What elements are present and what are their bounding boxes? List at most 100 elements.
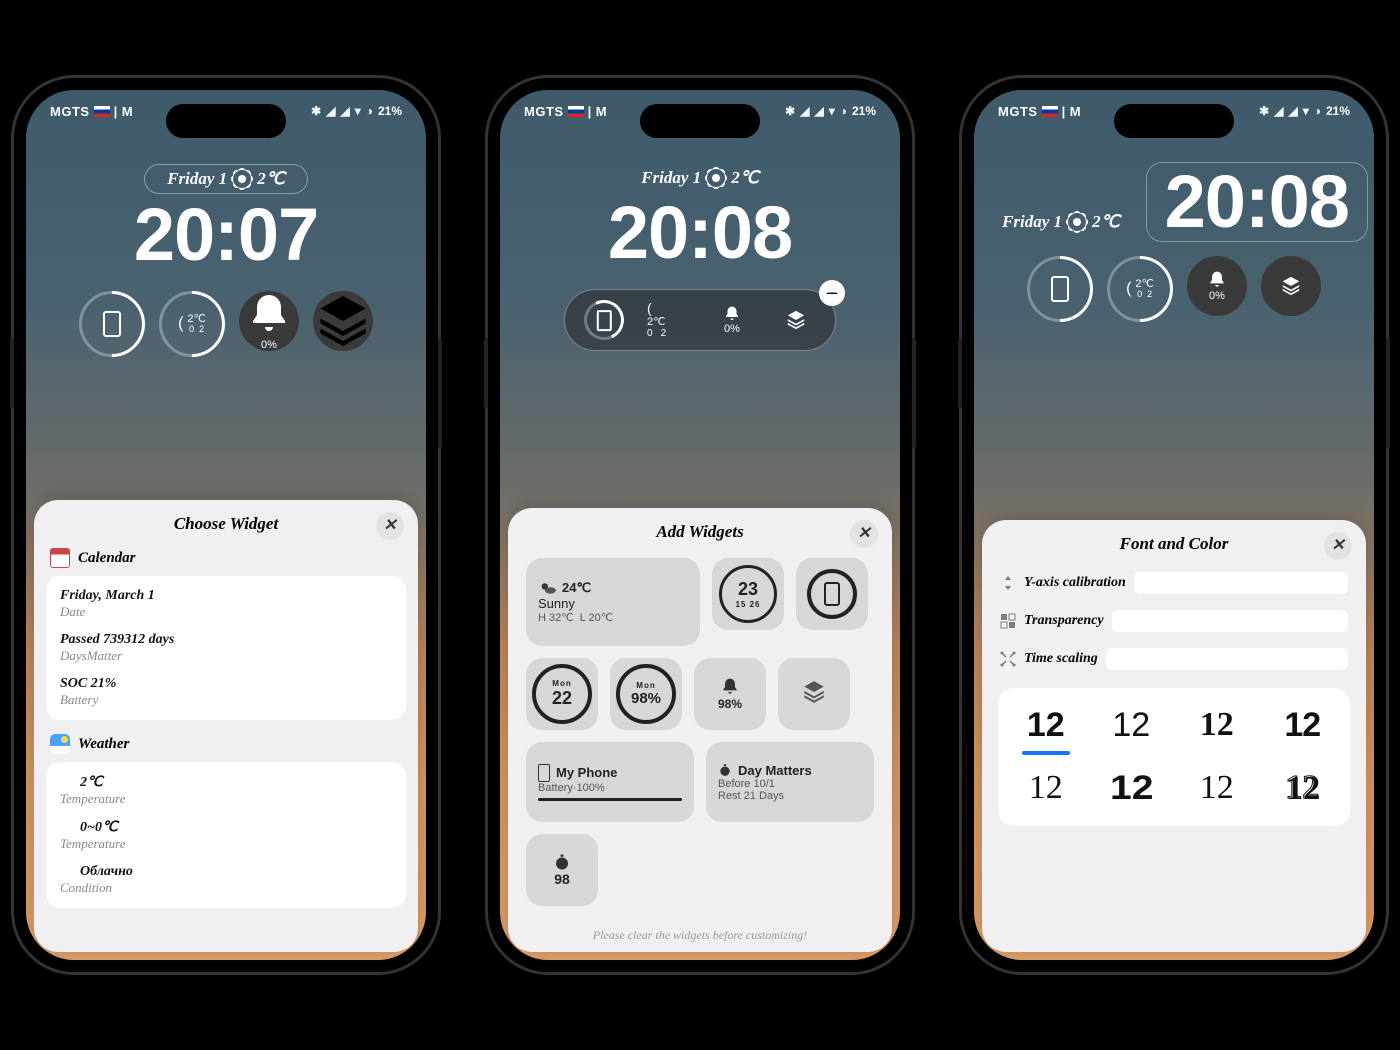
clock-time[interactable]: 20:07	[26, 192, 426, 277]
close-button[interactable]: ✕	[850, 520, 878, 548]
stack-icon	[1280, 275, 1302, 297]
phone-3: MGTS| M ✱◢◢▾◑21% Friday 1 2℃ 20:08 (2℃0 …	[962, 78, 1386, 972]
signal-icon: ◢	[814, 104, 823, 118]
bluetooth-icon: ✱	[1259, 104, 1269, 118]
close-button[interactable]: ✕	[1324, 532, 1352, 560]
tile-timer-98[interactable]: 98	[526, 834, 598, 906]
tile-weather[interactable]: 24℃ Sunny H 32℃ L 20℃	[526, 558, 700, 646]
wifi-icon: ▾	[1303, 104, 1309, 118]
chip-weather[interactable]: (2℃0 2	[1107, 256, 1173, 322]
font-picker-card: 12 12 12 12 12 12 12 12	[998, 688, 1350, 826]
widget-option-date[interactable]: Friday, March 1Date	[46, 582, 406, 626]
signal-icon: ◢	[326, 104, 335, 118]
cloud-icon	[60, 865, 74, 879]
control-time-scaling[interactable]: Time scaling	[982, 640, 1366, 678]
flag-ru-icon	[568, 106, 584, 117]
tile-my-phone[interactable]: My Phone Battery·100%	[526, 742, 694, 822]
phone-icon	[538, 764, 550, 782]
sheet-title: Choose Widget	[174, 514, 278, 533]
widget-option-daysmatter[interactable]: Passed 739312 daysDaysMatter	[46, 626, 406, 670]
tile-mon-22[interactable]: Mon22	[526, 658, 598, 730]
widget-option-condition[interactable]: ОблачноCondition	[46, 858, 406, 902]
phone-icon	[1051, 276, 1069, 302]
sun-icon	[235, 172, 249, 186]
stack-icon	[785, 309, 807, 331]
tile-phone-ring[interactable]	[796, 558, 868, 630]
font-option-1[interactable]: 12	[1008, 706, 1084, 745]
chip-weather[interactable]: (2℃0 2	[159, 291, 225, 357]
bluetooth-icon: ✱	[311, 104, 321, 118]
widget-option-temp-range[interactable]: 0~0℃Temperature	[46, 813, 406, 858]
section-weather: Weather	[34, 730, 418, 758]
widget-option-temperature[interactable]: 2℃Temperature	[46, 768, 406, 813]
tile-ring-23[interactable]: 2315 26	[712, 558, 784, 630]
remove-widget-button[interactable]: –	[819, 280, 845, 306]
control-transparency[interactable]: Transparency	[982, 602, 1366, 640]
notch	[166, 104, 286, 138]
tile-day-matters[interactable]: Day Matters Before 10/1 Rest 21 Days	[706, 742, 874, 822]
tile-bell-98[interactable]: 98%	[694, 658, 766, 730]
font-option-3[interactable]: 12	[1179, 706, 1255, 745]
carrier-label: MGTS	[50, 104, 90, 119]
timer-icon	[718, 763, 732, 777]
chip-shortcuts[interactable]	[1261, 256, 1321, 316]
timer-icon	[553, 853, 571, 871]
sun-icon	[709, 171, 723, 185]
signal-icon: ◢	[800, 104, 809, 118]
tile-shortcuts[interactable]	[778, 658, 850, 730]
bell-icon	[245, 291, 293, 339]
date-weather-pill[interactable]: Friday 1 2℃	[144, 164, 308, 194]
widget-option-battery[interactable]: SOC 21%Battery	[46, 670, 406, 714]
battery-icon: ◑	[840, 104, 847, 118]
font-option-4[interactable]: 12	[1265, 706, 1341, 745]
chip-shortcuts[interactable]	[775, 309, 817, 331]
chip-alarm[interactable]: 0%	[239, 291, 299, 351]
phone-icon	[103, 311, 121, 337]
bell-icon	[1207, 270, 1227, 290]
sun-icon	[1070, 215, 1084, 229]
battery-label: 21%	[378, 104, 402, 118]
flag-ru-icon	[94, 106, 110, 117]
signal-icon: ◢	[1288, 104, 1297, 118]
signal-icon: ◢	[340, 104, 349, 118]
close-button[interactable]: ✕	[376, 512, 404, 540]
date-weather-pill[interactable]: Friday 1 2℃	[980, 208, 1142, 236]
font-option-2[interactable]: 12	[1094, 706, 1170, 745]
phone-ring-icon	[807, 569, 857, 619]
battery-bar	[538, 798, 682, 801]
date-weather-pill[interactable]: Friday 1 2℃	[619, 164, 781, 192]
font-option-5[interactable]: 12	[1008, 769, 1084, 808]
choose-widget-sheet: Choose Widget ✕ Calendar Friday, March 1…	[34, 500, 418, 952]
chip-weather[interactable]: (2℃02	[647, 301, 689, 339]
tile-mon-98[interactable]: Mon98%	[610, 658, 682, 730]
clock-time[interactable]: 20:08	[1146, 162, 1368, 242]
wifi-icon: ▾	[355, 104, 361, 118]
sun-icon	[60, 776, 74, 790]
chip-shortcuts[interactable]	[313, 291, 373, 351]
chip-phone-battery[interactable]	[1027, 256, 1093, 322]
chip-phone-battery[interactable]	[583, 300, 625, 340]
widget-chips: (2℃0 2 0%	[974, 256, 1374, 322]
add-widgets-sheet: Add Widgets ✕ 24℃ Sunny H 32℃ L 20℃ 2315…	[508, 508, 892, 952]
battery-icon: ◑	[1314, 104, 1321, 118]
chip-alarm[interactable]: 0%	[711, 305, 753, 335]
chip-alarm[interactable]: 0%	[1187, 256, 1247, 316]
font-option-8[interactable]: 12	[1265, 769, 1341, 808]
scaling-slider[interactable]	[1106, 648, 1348, 670]
bluetooth-icon: ✱	[785, 104, 795, 118]
transparency-icon	[1000, 613, 1016, 629]
signal-icon: ◢	[1274, 104, 1283, 118]
sheet-title: Add Widgets	[656, 522, 743, 541]
stack-icon	[313, 291, 373, 351]
notch	[1114, 104, 1234, 138]
transparency-slider[interactable]	[1112, 610, 1348, 632]
scale-icon	[1000, 651, 1016, 667]
font-option-6[interactable]: 12	[1088, 769, 1175, 808]
y-axis-slider[interactable]	[1134, 572, 1348, 594]
control-y-axis[interactable]: Y-axis calibration	[982, 564, 1366, 602]
font-color-sheet: Font and Color ✕ Y-axis calibration Tran…	[982, 520, 1366, 952]
chip-phone-battery[interactable]	[79, 291, 145, 357]
clock-time[interactable]: 20:08	[500, 190, 900, 275]
widget-row-selected[interactable]: – (2℃02 0%	[564, 289, 836, 351]
font-option-7[interactable]: 12	[1179, 769, 1255, 808]
